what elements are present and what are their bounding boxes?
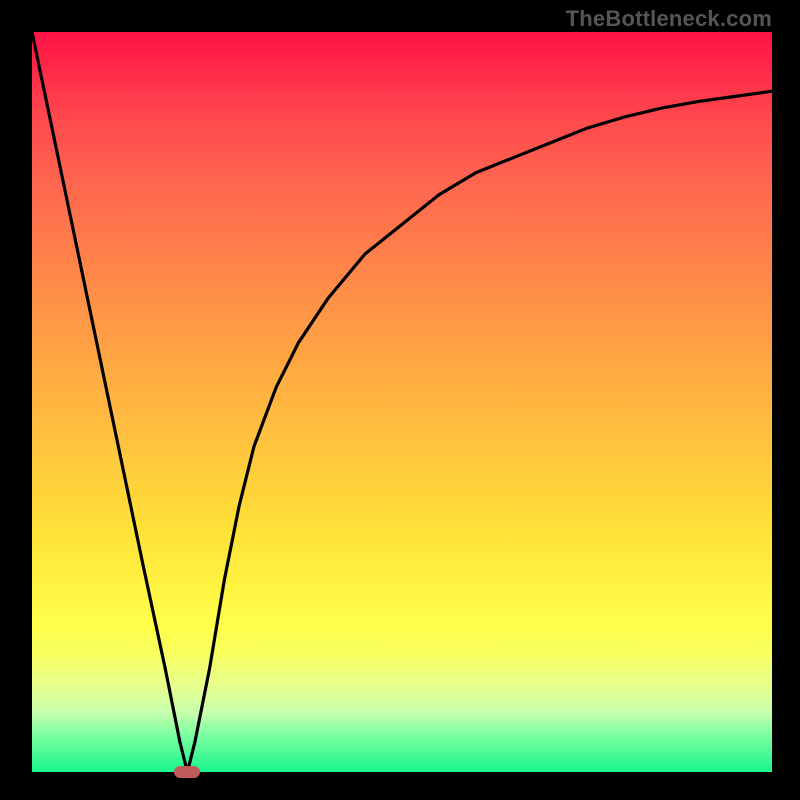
chart-frame: TheBottleneck.com [0, 0, 800, 800]
curve-path [32, 32, 772, 772]
minimum-marker [174, 766, 200, 778]
watermark-text: TheBottleneck.com [566, 6, 772, 32]
bottleneck-curve [32, 32, 772, 772]
